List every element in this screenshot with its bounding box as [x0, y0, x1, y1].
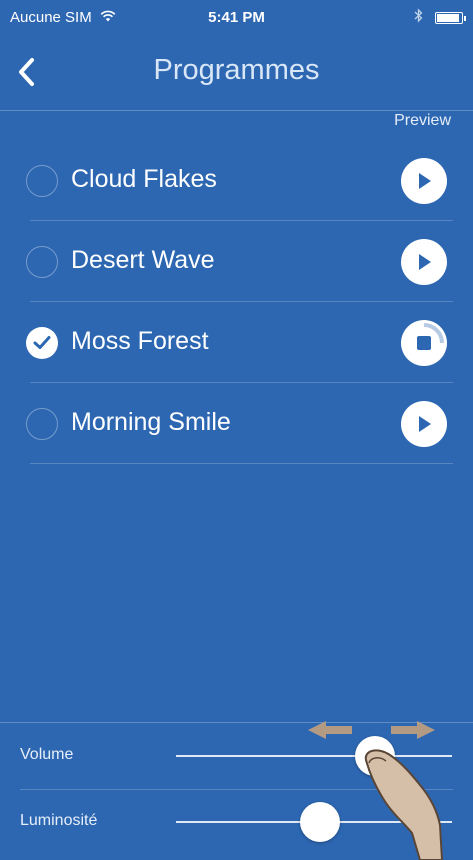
bluetooth-icon: [414, 8, 423, 27]
luminosity-slider-thumb[interactable]: [299, 802, 340, 842]
list-item-cloud-flakes[interactable]: Cloud Flakes: [0, 140, 473, 221]
list-divider: [30, 463, 453, 464]
radio-button-checked[interactable]: [26, 327, 58, 359]
play-icon: [419, 173, 431, 189]
status-bar: Aucune SIM 5:41 PM: [0, 0, 473, 34]
play-button[interactable]: [401, 239, 447, 285]
list-item-label: Morning Smile: [71, 408, 231, 436]
stop-button[interactable]: [401, 320, 447, 366]
volume-row: Volume: [0, 723, 473, 790]
status-right: [414, 8, 466, 27]
battery-fill: [437, 13, 460, 22]
luminosity-label: Luminosité: [20, 812, 98, 829]
play-button[interactable]: [401, 158, 447, 204]
list-item-desert-wave[interactable]: Desert Wave: [0, 221, 473, 302]
checkmark-icon: [33, 336, 51, 349]
play-icon: [419, 254, 431, 270]
page-title: Programmes: [153, 54, 320, 86]
list-item-moss-forest[interactable]: Moss Forest: [0, 302, 473, 383]
list-item-label: Moss Forest: [71, 327, 209, 355]
list-item-label: Cloud Flakes: [71, 165, 217, 193]
battery-icon: [435, 11, 466, 24]
stop-icon: [417, 336, 431, 350]
radio-button[interactable]: [26, 165, 58, 197]
nav-divider: [0, 110, 473, 111]
volume-slider-thumb[interactable]: [354, 736, 395, 776]
list-item-morning-smile[interactable]: Morning Smile: [0, 383, 473, 464]
programme-list: Cloud Flakes Desert Wave Moss Forest Mor…: [0, 140, 473, 464]
nav-bar: Programmes: [0, 34, 473, 110]
luminosity-slider[interactable]: [176, 802, 452, 842]
status-time: 5:41 PM: [208, 9, 265, 26]
preview-column-header: Preview: [394, 112, 451, 129]
radio-button[interactable]: [26, 246, 58, 278]
luminosity-row: Luminosité: [0, 789, 473, 855]
play-button[interactable]: [401, 401, 447, 447]
volume-label: Volume: [20, 746, 74, 763]
radio-button[interactable]: [26, 408, 58, 440]
list-item-label: Desert Wave: [71, 246, 215, 274]
volume-slider[interactable]: [176, 736, 452, 776]
play-icon: [419, 416, 431, 432]
